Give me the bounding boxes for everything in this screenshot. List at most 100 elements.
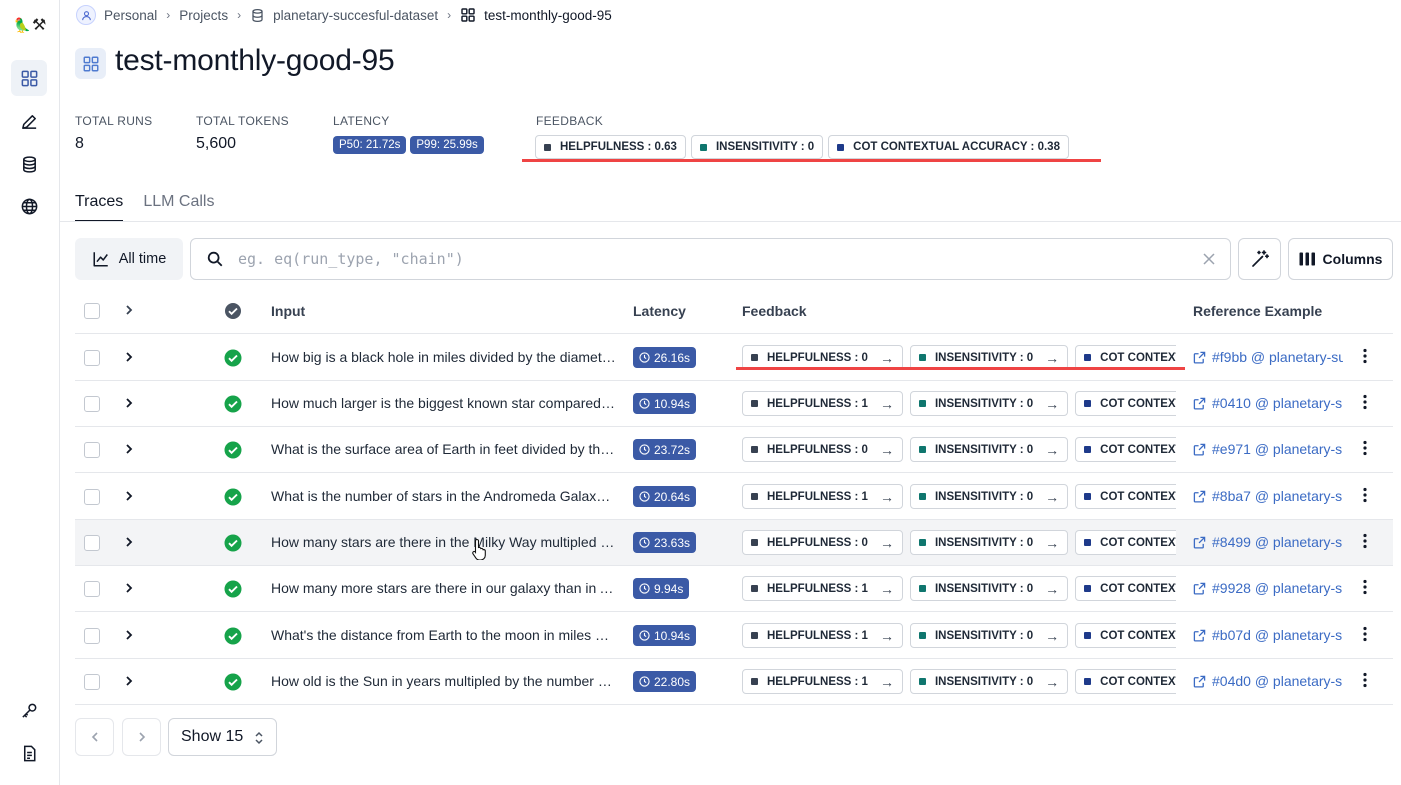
table-row[interactable]: How old is the Sun in years multipled by… — [75, 659, 1393, 705]
nav-docs-button[interactable] — [11, 735, 47, 771]
feedback-chip-cot[interactable]: COT CONTEXTUAL ACCURACY : 0 — [1075, 530, 1176, 555]
columns-button[interactable]: Columns — [1288, 238, 1393, 280]
feedback-chip-insensitivity[interactable]: INSENSITIVITY : 0 → — [909, 437, 1069, 462]
table-row[interactable]: What is the surface area of Earth in fee… — [75, 427, 1393, 473]
search-icon — [206, 250, 224, 268]
ai-query-button[interactable] — [1238, 238, 1281, 280]
input-text[interactable]: What is the surface area of Earth in fee… — [271, 441, 617, 457]
feedback-chip-insensitivity[interactable]: INSENSITIVITY : 0 → — [909, 576, 1069, 601]
row-checkbox[interactable] — [84, 489, 100, 505]
input-text[interactable]: What is the number of stars in the Andro… — [271, 488, 617, 504]
input-text[interactable]: How many stars are there in the Milky Wa… — [271, 534, 617, 550]
input-text[interactable]: How much larger is the biggest known sta… — [271, 395, 617, 411]
more-options-icon[interactable] — [1363, 672, 1367, 688]
feedback-chip-helpfulness[interactable]: HELPFULNESS : 1 → — [742, 391, 903, 416]
expand-chevron-icon[interactable] — [123, 442, 135, 456]
feedback-chip-helpfulness[interactable]: HELPFULNESS : 1 → — [742, 623, 903, 648]
table-row[interactable]: How big is a black hole in miles divided… — [75, 335, 1393, 381]
nav-hub-button[interactable] — [11, 188, 47, 224]
expand-all-chevron-icon[interactable] — [123, 303, 135, 317]
feedback-chip-insensitivity[interactable]: INSENSITIVITY : 0 → — [909, 669, 1069, 694]
table-row[interactable]: How many stars are there in the Milky Wa… — [75, 520, 1393, 566]
column-header-reference[interactable]: Reference Example — [1193, 303, 1322, 319]
previous-page-button[interactable] — [75, 718, 114, 756]
table-row[interactable]: What's the distance from Earth to the mo… — [75, 613, 1393, 659]
nav-datasets-button[interactable] — [11, 146, 47, 182]
input-text[interactable]: How big is a black hole in miles divided… — [271, 349, 617, 365]
expand-chevron-icon[interactable] — [123, 489, 135, 503]
app-logo[interactable]: 🦜 ⚒ — [12, 14, 48, 36]
more-options-icon[interactable] — [1363, 440, 1367, 456]
reference-link[interactable]: #0410 @ planetary-succesful-dataset — [1193, 395, 1343, 411]
expand-chevron-icon[interactable] — [123, 581, 135, 595]
expand-chevron-icon[interactable] — [123, 535, 135, 549]
more-options-icon[interactable] — [1363, 394, 1367, 410]
reference-link[interactable]: #9928 @ planetary-succesful-dataset — [1193, 580, 1343, 596]
reference-link[interactable]: #b07d @ planetary-succesful-dataset — [1193, 627, 1343, 643]
feedback-chip-cot[interactable]: COT CONTEXTUAL ACCURACY : 1 — [1075, 391, 1176, 416]
nav-projects-button[interactable] — [11, 60, 47, 96]
stat-label: FEEDBACK — [536, 114, 604, 128]
row-checkbox[interactable] — [84, 535, 100, 551]
feedback-chip-insensitivity[interactable]: INSENSITIVITY : 0 → — [909, 623, 1069, 648]
tab-llm-calls[interactable]: LLM Calls — [143, 190, 214, 222]
feedback-chip-helpfulness[interactable]: HELPFULNESS : 1 → — [742, 484, 903, 509]
feedback-chip-insensitivity[interactable]: INSENSITIVITY : 0 → — [909, 530, 1069, 555]
expand-chevron-icon[interactable] — [123, 628, 135, 642]
feedback-chip-helpfulness[interactable]: HELPFULNESS : 1 → — [742, 669, 903, 694]
feedback-chip-cot[interactable]: COT CONTEXTUAL ACCURACY : 1 — [1075, 484, 1176, 509]
search-input[interactable] — [238, 250, 1202, 268]
feedback-chip-insensitivity[interactable]: INSENSITIVITY : 0 → — [909, 484, 1069, 509]
expand-chevron-icon[interactable] — [123, 350, 135, 364]
breadcrumb-workspace[interactable]: Personal — [104, 8, 157, 23]
expand-chevron-icon[interactable] — [123, 674, 135, 688]
next-page-button[interactable] — [122, 718, 161, 756]
page-size-select[interactable]: Show 15 — [168, 718, 277, 756]
feedback-summary-helpfulness[interactable]: HELPFULNESS : 0.63 — [535, 135, 686, 159]
more-options-icon[interactable] — [1363, 579, 1367, 595]
feedback-chip-cot[interactable]: COT CONTEXTUAL ACCURACY : 0 — [1075, 437, 1176, 462]
row-checkbox[interactable] — [84, 674, 100, 690]
reference-link[interactable]: #04d0 @ planetary-succesful-dataset — [1193, 673, 1343, 689]
breadcrumb-dataset[interactable]: planetary-succesful-dataset — [273, 8, 438, 23]
input-text[interactable]: How old is the Sun in years multipled by… — [271, 673, 617, 689]
table-row[interactable]: How much larger is the biggest known sta… — [75, 381, 1393, 427]
nav-annotations-button[interactable] — [11, 103, 47, 139]
feedback-chip-helpfulness[interactable]: HELPFULNESS : 1 → — [742, 576, 903, 601]
column-header-feedback[interactable]: Feedback — [742, 303, 807, 319]
feedback-chip-helpfulness[interactable]: HELPFULNESS : 0 → — [742, 437, 903, 462]
row-checkbox[interactable] — [84, 628, 100, 644]
column-header-latency[interactable]: Latency — [633, 303, 686, 319]
reference-link[interactable]: #e971 @ planetary-succesful-dataset — [1193, 441, 1343, 457]
select-all-checkbox[interactable] — [84, 303, 100, 319]
feedback-chip-cot[interactable]: COT CONTEXTUAL ACCURACY : 1 — [1075, 576, 1176, 601]
more-options-icon[interactable] — [1363, 348, 1367, 364]
table-row[interactable]: What is the number of stars in the Andro… — [75, 474, 1393, 520]
reference-link[interactable]: #8ba7 @ planetary-succesful-dataset — [1193, 488, 1343, 504]
reference-link[interactable]: #8499 @ planetary-succesful-dataset — [1193, 534, 1343, 550]
feedback-chip-cot[interactable]: COT CONTEXTUAL ACCURACY : 1 — [1075, 623, 1176, 648]
column-header-input[interactable]: Input — [271, 303, 305, 319]
feedback-chip-cot[interactable]: COT CONTEXTUAL ACCURACY : 1 — [1075, 669, 1176, 694]
tab-traces[interactable]: Traces — [75, 190, 124, 222]
feedback-summary-cot[interactable]: COT CONTEXTUAL ACCURACY : 0.38 — [828, 135, 1069, 159]
row-checkbox[interactable] — [84, 442, 100, 458]
input-text[interactable]: How many more stars are there in our gal… — [271, 580, 617, 596]
more-options-icon[interactable] — [1363, 626, 1367, 642]
more-options-icon[interactable] — [1363, 487, 1367, 503]
row-checkbox[interactable] — [84, 396, 100, 412]
feedback-summary-insensitivity[interactable]: INSENSITIVITY : 0 — [690, 135, 824, 159]
feedback-chip-insensitivity[interactable]: INSENSITIVITY : 0 → — [909, 391, 1069, 416]
time-filter-button[interactable]: All time — [75, 238, 183, 280]
input-text[interactable]: What's the distance from Earth to the mo… — [271, 627, 617, 643]
feedback-chip-helpfulness[interactable]: HELPFULNESS : 0 → — [742, 530, 903, 555]
row-checkbox[interactable] — [84, 350, 100, 366]
reference-link[interactable]: #f9bb @ planetary-succesful-dataset — [1193, 349, 1343, 365]
breadcrumb-projects[interactable]: Projects — [179, 8, 228, 23]
more-options-icon[interactable] — [1363, 533, 1367, 549]
expand-chevron-icon[interactable] — [123, 396, 135, 410]
table-row[interactable]: How many more stars are there in our gal… — [75, 566, 1393, 612]
close-icon[interactable] — [1202, 252, 1216, 266]
nav-settings-button[interactable] — [11, 692, 47, 728]
row-checkbox[interactable] — [84, 581, 100, 597]
